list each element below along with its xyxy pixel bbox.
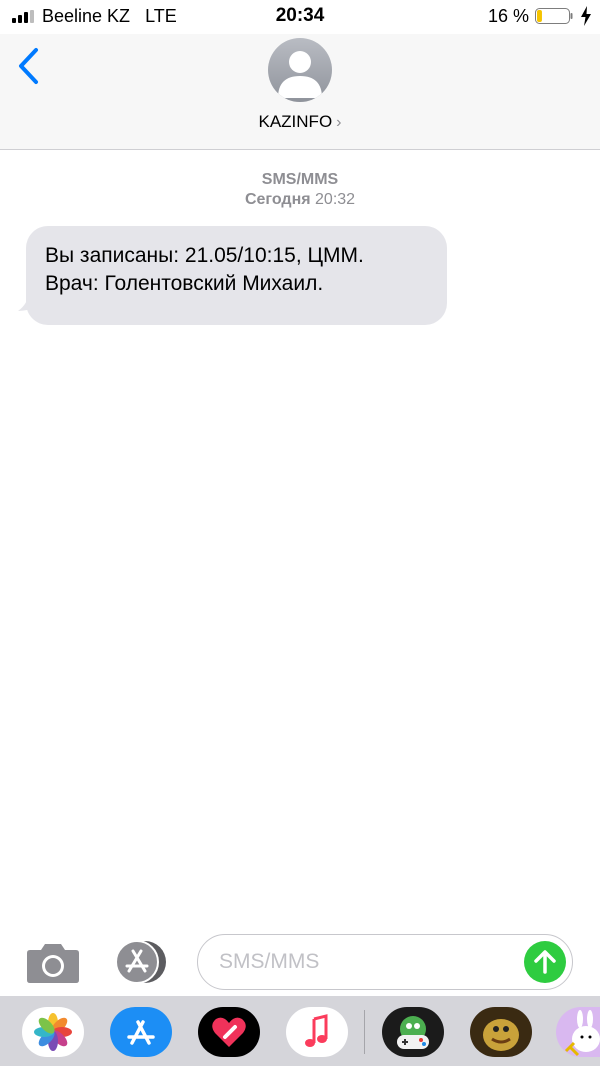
message-line-1: Вы записаны: 21.05/10:15, ЦММ. (45, 244, 364, 267)
message-timestamp: Сегодня 20:32 (0, 191, 600, 209)
contact-name: KAZINFO (258, 112, 333, 131)
bunny-sticker-icon (564, 1010, 600, 1057)
app-store-app-icon[interactable] (110, 1007, 172, 1057)
message-input-placeholder: SMS/MMS (219, 950, 320, 973)
heart-icon (212, 1017, 246, 1047)
digital-touch-icon[interactable] (198, 1007, 260, 1057)
contact-avatar-icon[interactable] (268, 38, 332, 102)
camera-icon[interactable] (26, 940, 80, 984)
send-button[interactable] (524, 941, 566, 983)
imessage-app-drawer (0, 996, 600, 1066)
game-bird-icon (397, 1016, 429, 1049)
music-note-icon (305, 1014, 328, 1047)
battery-icon (535, 8, 573, 24)
battery-percent: 16 % (488, 6, 530, 26)
contact-name-button[interactable]: KAZINFO › (0, 112, 600, 132)
back-chevron-icon[interactable] (14, 46, 44, 86)
charging-bolt-icon (581, 6, 591, 26)
incoming-message[interactable]: Вы записаны: 21.05/10:15, ЦММ. Врач: Гол… (18, 226, 448, 325)
chevron-right-icon: › (336, 114, 342, 131)
game-controller-icon[interactable] (382, 1007, 444, 1057)
app-store-glyph-icon (127, 1020, 155, 1045)
cavebird-sticker-icon (483, 1019, 519, 1051)
cartoon-sticker-icon[interactable] (556, 1007, 600, 1057)
music-icon[interactable] (286, 1007, 348, 1057)
message-input[interactable]: SMS/MMS (197, 934, 573, 990)
app-drawer-divider (364, 1010, 365, 1054)
message-bubble: Вы записаны: 21.05/10:15, ЦММ. Врач: Гол… (26, 226, 447, 325)
timestamp-day: Сегодня (244, 191, 311, 208)
message-line-2: Врач: Голентовский Михаил. (45, 272, 324, 295)
compose-toolbar: SMS/MMS (0, 930, 600, 996)
send-arrow-icon (534, 950, 556, 974)
message-service-label: SMS/MMS (261, 171, 339, 188)
meme-sticker-icon[interactable] (470, 1007, 532, 1057)
timestamp-time: 20:32 (315, 191, 356, 208)
photos-flower-icon (34, 1013, 72, 1051)
app-store-icon[interactable] (111, 940, 169, 984)
conversation-header: KAZINFO › (0, 34, 600, 150)
status-bar: Beeline KZ LTE 20:34 16 % (0, 0, 600, 34)
person-silhouette-icon (278, 51, 322, 98)
photos-icon[interactable] (22, 1007, 84, 1057)
